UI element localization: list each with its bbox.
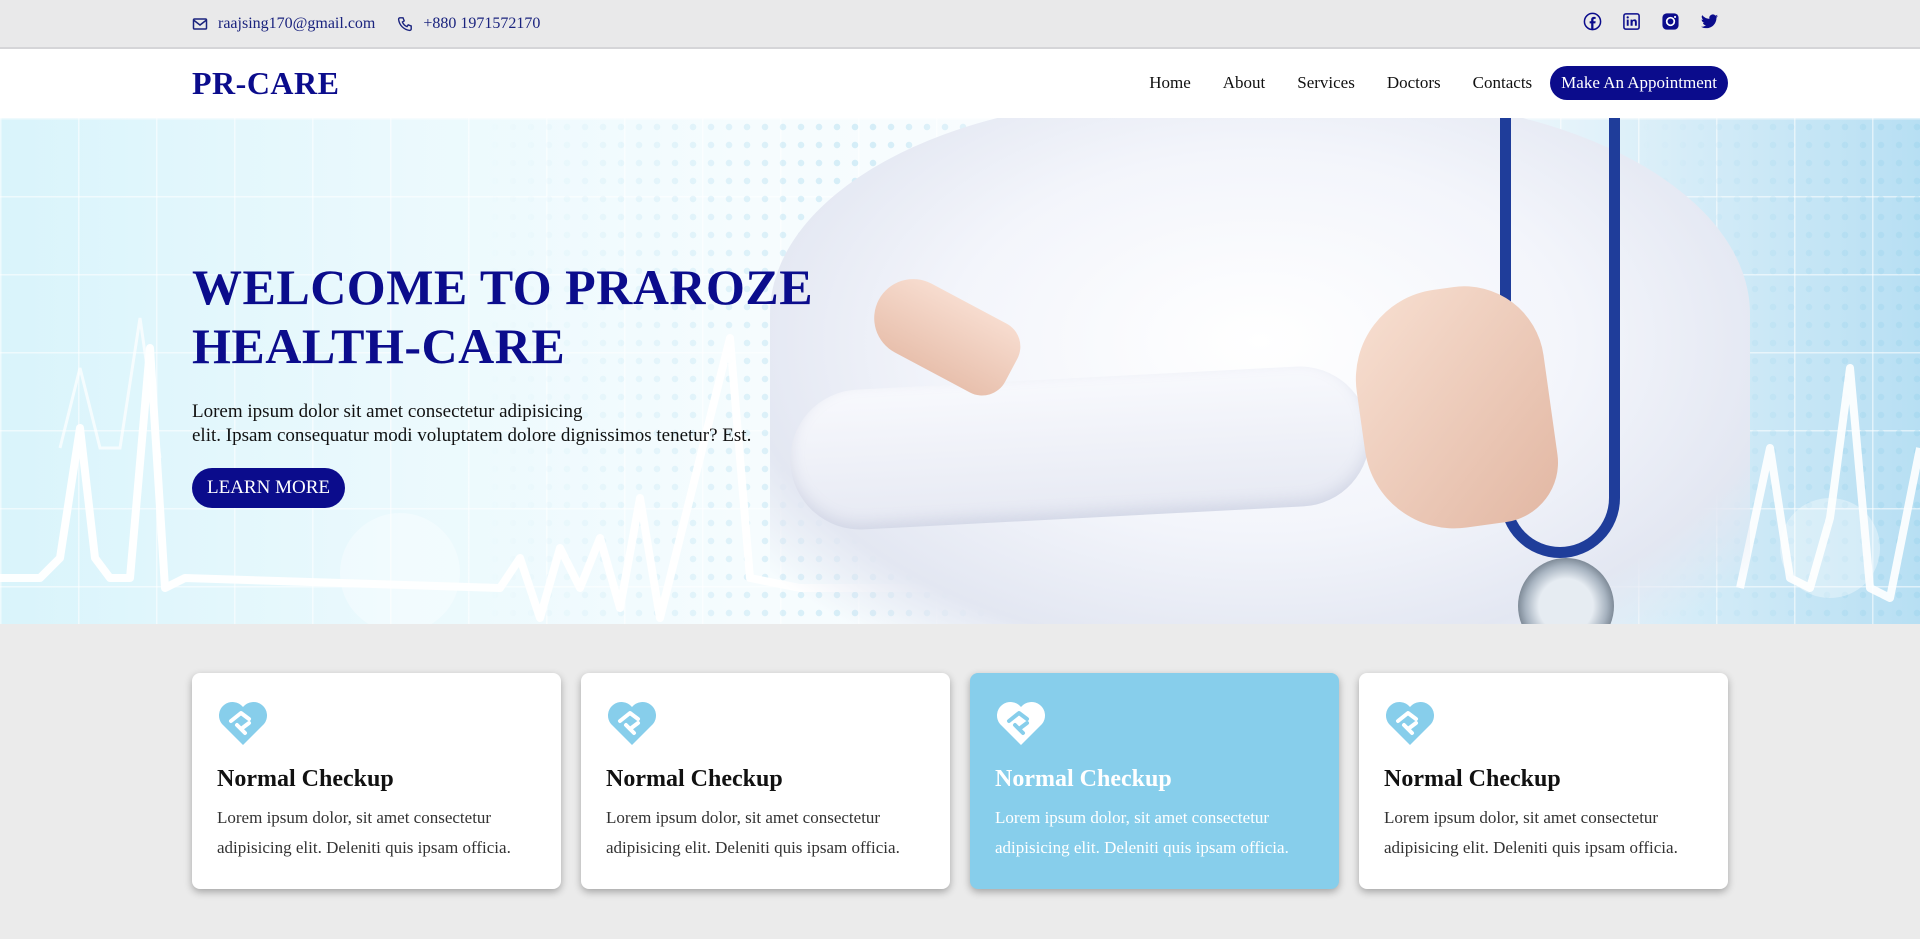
hero-description: Lorem ipsum dolor sit amet consectetur a… bbox=[192, 400, 813, 448]
heart-handshake-icon bbox=[995, 699, 1314, 752]
card-title: Normal Checkup bbox=[606, 766, 783, 792]
contact-info: raajsing170@gmail.com +880 1971572170 bbox=[192, 0, 540, 47]
nav-doctors[interactable]: Doctors bbox=[1387, 73, 1441, 93]
card-title: Normal Checkup bbox=[217, 766, 394, 792]
site-logo[interactable]: PR-CARE bbox=[192, 65, 339, 102]
social-links bbox=[1582, 0, 1720, 42]
nav-home[interactable]: Home bbox=[1149, 73, 1191, 93]
service-card[interactable]: Normal Checkup Lorem ipsum dolor, sit am… bbox=[192, 673, 561, 889]
linkedin-icon[interactable] bbox=[1621, 11, 1642, 32]
card-text: Lorem ipsum dolor, sit amet consectetur … bbox=[606, 808, 900, 857]
nav-services[interactable]: Services bbox=[1297, 73, 1355, 93]
hero-title-line2: HEALTH-CARE bbox=[192, 318, 566, 374]
hero-banner: WELCOME TO PRAROZE HEALTH-CARE Lorem ips… bbox=[0, 118, 1920, 624]
card-title: Normal Checkup bbox=[1384, 766, 1561, 792]
nav-menu: Home About Services Doctors Contacts Mak… bbox=[1149, 66, 1728, 100]
main-navbar: PR-CARE Home About Services Doctors Cont… bbox=[0, 49, 1920, 118]
phone-text: +880 1971572170 bbox=[423, 14, 541, 32]
instagram-icon[interactable] bbox=[1660, 11, 1681, 32]
facebook-icon[interactable] bbox=[1582, 11, 1603, 32]
card-text: Lorem ipsum dolor, sit amet consectetur … bbox=[995, 808, 1289, 857]
hero-text-line1: Lorem ipsum dolor sit amet consectetur a… bbox=[192, 401, 583, 422]
service-cards: Normal Checkup Lorem ipsum dolor, sit am… bbox=[192, 673, 1728, 889]
service-card[interactable]: Normal Checkup Lorem ipsum dolor, sit am… bbox=[581, 673, 950, 889]
email-text: raajsing170@gmail.com bbox=[218, 14, 376, 32]
phone-icon bbox=[398, 16, 413, 31]
email-link[interactable]: raajsing170@gmail.com bbox=[192, 15, 375, 33]
nav-contacts[interactable]: Contacts bbox=[1473, 73, 1533, 93]
mail-icon bbox=[192, 17, 208, 30]
twitter-icon[interactable] bbox=[1699, 11, 1720, 32]
service-card-highlighted[interactable]: Normal Checkup Lorem ipsum dolor, sit am… bbox=[970, 673, 1339, 889]
learn-more-button[interactable]: LEARN MORE bbox=[192, 468, 345, 508]
service-card[interactable]: Normal Checkup Lorem ipsum dolor, sit am… bbox=[1359, 673, 1728, 889]
heart-handshake-icon bbox=[606, 699, 925, 752]
hero-title-line1: WELCOME TO PRAROZE bbox=[192, 259, 814, 315]
heart-handshake-icon bbox=[217, 699, 536, 752]
card-text: Lorem ipsum dolor, sit amet consectetur … bbox=[217, 808, 511, 857]
hero-text-line2: elit. Ipsam consequatur modi voluptatem … bbox=[192, 425, 752, 446]
heart-handshake-icon bbox=[1384, 699, 1703, 752]
hero-content: WELCOME TO PRAROZE HEALTH-CARE Lorem ips… bbox=[192, 258, 813, 508]
top-bar: raajsing170@gmail.com +880 1971572170 bbox=[0, 0, 1920, 49]
card-title: Normal Checkup bbox=[995, 766, 1172, 792]
nav-about[interactable]: About bbox=[1223, 73, 1266, 93]
phone-link[interactable]: +880 1971572170 bbox=[397, 15, 540, 33]
make-appointment-button[interactable]: Make An Appointment bbox=[1550, 66, 1728, 100]
card-text: Lorem ipsum dolor, sit amet consectetur … bbox=[1384, 808, 1678, 857]
hero-title: WELCOME TO PRAROZE HEALTH-CARE bbox=[192, 258, 813, 376]
